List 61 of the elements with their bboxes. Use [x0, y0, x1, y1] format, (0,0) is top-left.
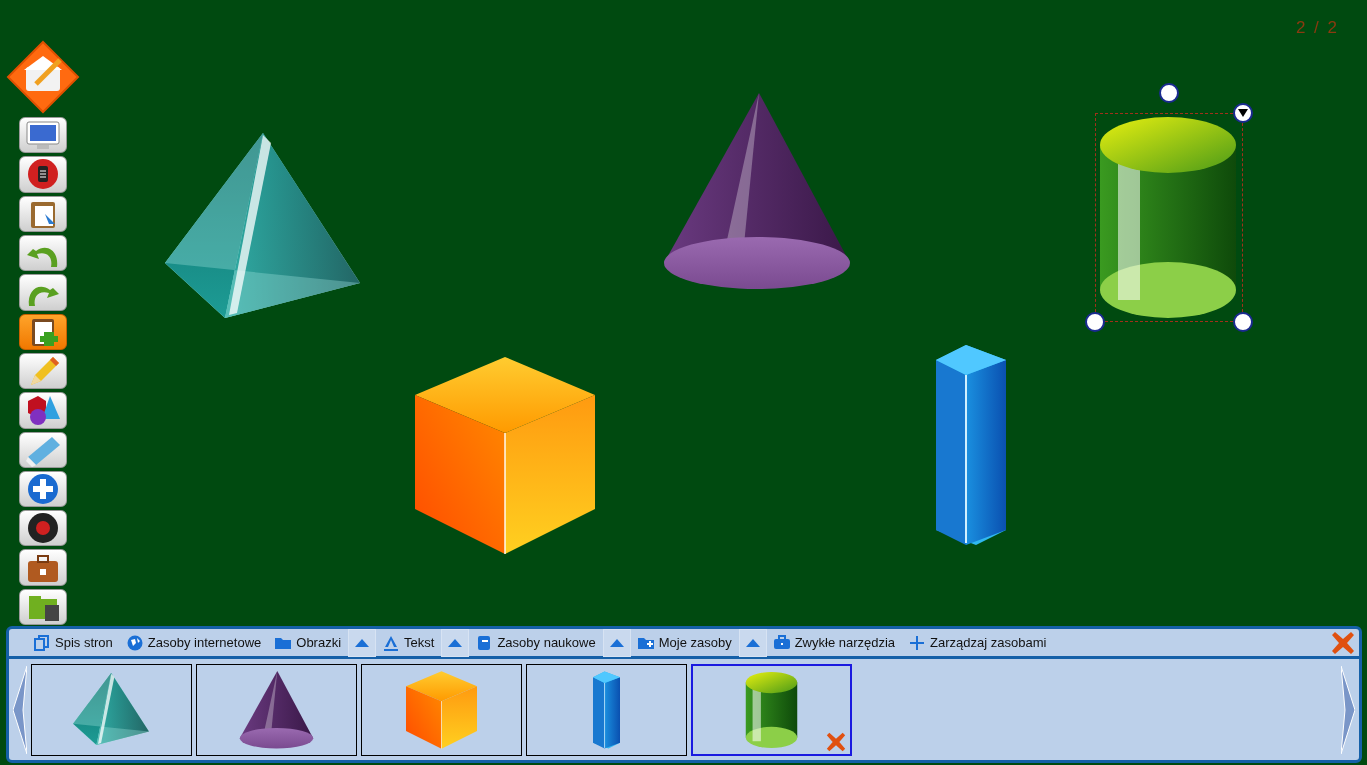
resource-thumbnail[interactable]	[526, 663, 687, 756]
scroll-left-button[interactable]	[13, 665, 27, 754]
tool-button[interactable]	[19, 195, 67, 232]
resource-tab[interactable]: Spis stron	[27, 628, 120, 657]
expand-button[interactable]	[738, 628, 767, 657]
globe-icon	[126, 634, 143, 651]
resource-tab[interactable]: Tekst	[376, 628, 442, 657]
tool-button[interactable]	[19, 313, 67, 350]
resize-handle[interactable]	[1085, 312, 1105, 332]
resource-tab[interactable]: Moje zasoby	[630, 628, 739, 657]
tool-button[interactable]	[19, 352, 67, 390]
monitor-icon	[23, 119, 63, 152]
tool-button[interactable]	[19, 588, 67, 625]
tool-button[interactable]	[19, 549, 67, 586]
tool-button[interactable]	[19, 234, 67, 272]
resize-handle[interactable]	[1233, 312, 1253, 332]
menu-icon	[27, 158, 59, 191]
up-triangle-icon	[609, 638, 624, 647]
home-button[interactable]	[6, 40, 80, 114]
page-counter: 2 / 2	[1295, 17, 1337, 39]
cube-drawing[interactable]	[415, 357, 595, 554]
delete-icon[interactable]	[826, 731, 846, 752]
up-triangle-icon	[355, 638, 370, 647]
resource-thumbnail[interactable]	[196, 663, 357, 756]
pages-icon	[34, 634, 50, 651]
plus-icon	[27, 472, 59, 505]
home-pencil-icon	[6, 40, 80, 114]
resource-tab[interactable]: Zasoby internetowe	[119, 628, 269, 657]
book-icon	[476, 634, 493, 651]
object-menu-button[interactable]	[1233, 103, 1253, 123]
tool-button[interactable]	[19, 431, 67, 468]
right-arrow-icon	[1341, 665, 1355, 754]
close-button[interactable]	[1331, 630, 1355, 655]
resource-tab[interactable]: Zwykłe narzędzia	[766, 628, 903, 657]
resource-thumbnail[interactable]	[691, 663, 852, 756]
dropdown-triangle-icon	[1238, 109, 1248, 117]
plus-icon	[909, 634, 926, 651]
left-arrow-icon	[13, 665, 27, 754]
close-icon	[1331, 630, 1355, 655]
tool-button[interactable]	[19, 117, 67, 154]
scroll-right-button[interactable]	[1341, 665, 1355, 754]
resource-tab[interactable]: Zarządzaj zasobami	[902, 628, 1054, 657]
text-icon	[383, 634, 400, 651]
expand-button[interactable]	[348, 628, 377, 657]
record-icon	[27, 512, 59, 545]
resource-tab[interactable]: Zasoby naukowe	[469, 628, 603, 657]
resource-tab[interactable]: Obrazki	[268, 628, 349, 657]
briefcase-icon	[773, 634, 790, 651]
up-triangle-icon	[448, 638, 463, 647]
resource-thumbnail[interactable]	[31, 663, 192, 756]
tool-button[interactable]	[19, 470, 67, 508]
resource-thumbnail[interactable]	[361, 663, 522, 756]
rotate-handle[interactable]	[1159, 83, 1179, 103]
expand-button[interactable]	[602, 628, 631, 657]
tool-button[interactable]	[19, 392, 67, 429]
tool-button[interactable]	[19, 156, 67, 193]
tool-button[interactable]	[19, 510, 67, 547]
up-triangle-icon	[745, 638, 760, 647]
expand-button[interactable]	[441, 628, 470, 657]
prism-drawing[interactable]	[936, 345, 1006, 545]
cone-drawing[interactable]	[662, 93, 852, 290]
